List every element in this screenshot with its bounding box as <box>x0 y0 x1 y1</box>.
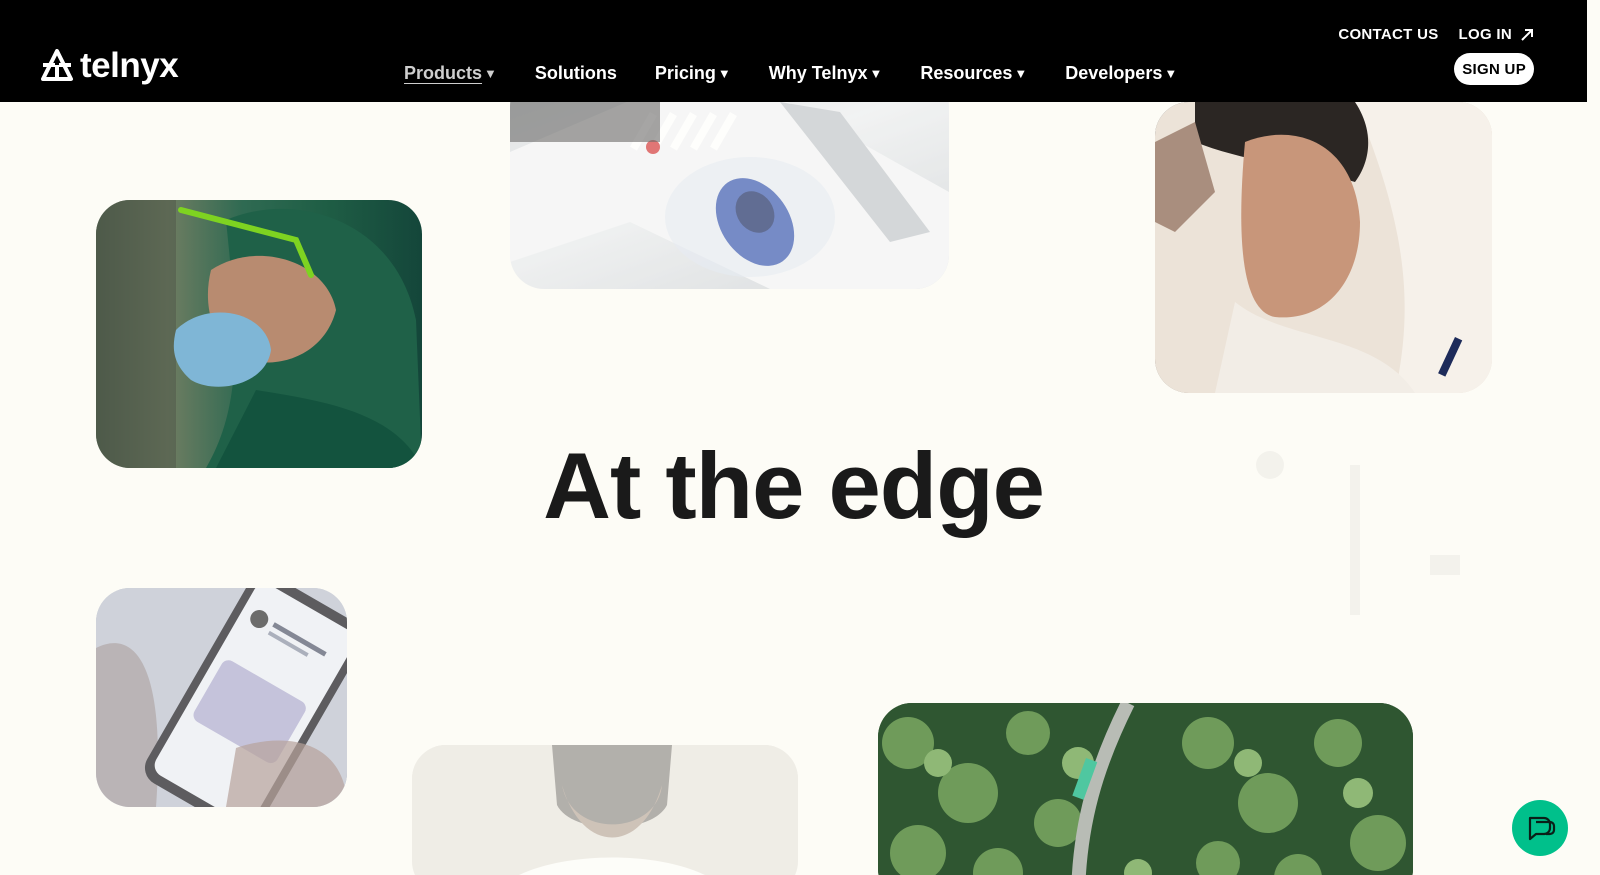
caret-down-icon: ▼ <box>1164 66 1178 81</box>
nav-item-products[interactable]: Products ▼ <box>404 63 497 84</box>
main-nav: Products ▼ Solutions Pricing ▼ Why Telny… <box>404 63 1177 84</box>
caret-down-icon: ▼ <box>869 66 883 81</box>
nav-label: Products <box>404 63 483 83</box>
image-woman-faded <box>412 745 798 875</box>
nav-item-solutions[interactable]: Solutions <box>535 63 617 84</box>
top-links: CONTACT US LOG IN <box>1338 26 1534 43</box>
image-surgeon <box>96 200 422 468</box>
nav-item-developers[interactable]: Developers ▼ <box>1065 63 1177 84</box>
nav-item-why-telnyx[interactable]: Why Telnyx ▼ <box>769 63 883 84</box>
faded-decoration <box>1256 451 1460 615</box>
site-header: telnyx CONTACT US LOG IN Products ▼ Solu… <box>0 0 1587 102</box>
image-forest-road <box>878 703 1413 875</box>
image-car-aerial <box>510 72 949 289</box>
log-in-link[interactable]: LOG IN <box>1459 26 1534 43</box>
forest-illustration <box>878 703 1413 875</box>
caret-down-icon: ▼ <box>484 66 497 81</box>
woman-illustration <box>412 745 798 875</box>
arrow-up-right-icon <box>1521 28 1533 41</box>
contact-us-label: CONTACT US <box>1338 26 1439 43</box>
brand-name: telnyx <box>80 46 179 85</box>
chat-bubble-icon <box>1528 816 1556 841</box>
nav-label: Pricing <box>654 63 716 83</box>
chat-button[interactable] <box>1512 800 1568 856</box>
image-phone-in-hand <box>96 588 347 807</box>
page: telnyx CONTACT US LOG IN Products ▼ Solu… <box>0 0 1600 875</box>
nav-label: Resources <box>920 63 1013 83</box>
caret-down-icon: ▼ <box>1014 66 1028 81</box>
caret-down-icon: ▼ <box>717 66 731 81</box>
logo[interactable]: telnyx <box>40 46 179 85</box>
contact-us-link[interactable]: CONTACT US <box>1338 26 1438 43</box>
sign-up-button[interactable]: SIGN UP <box>1454 53 1534 85</box>
man-in-bed-illustration <box>1155 102 1492 393</box>
surgeon-illustration <box>96 200 422 468</box>
image-man-in-bed <box>1155 102 1492 393</box>
nav-item-pricing[interactable]: Pricing ▼ <box>655 63 731 84</box>
log-in-label: LOG IN <box>1458 26 1512 43</box>
nav-label: Why Telnyx <box>768 63 868 83</box>
nav-label: Solutions <box>534 63 617 83</box>
nav-label: Developers <box>1065 63 1163 83</box>
telnyx-logo-icon <box>41 48 73 81</box>
phone-illustration <box>96 588 347 807</box>
car-illustration <box>510 92 949 289</box>
nav-item-resources[interactable]: Resources ▼ <box>920 63 1027 84</box>
